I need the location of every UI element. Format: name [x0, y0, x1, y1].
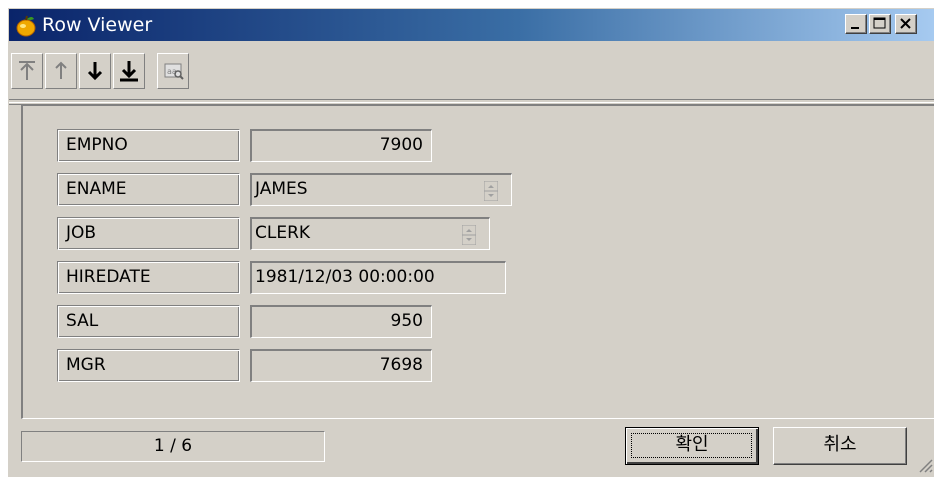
- arrow-to-bottom-icon: [120, 61, 138, 82]
- spinner-icon[interactable]: [462, 225, 476, 245]
- next-record-button[interactable]: [79, 53, 111, 89]
- field-label-mgr: MGR: [57, 349, 240, 382]
- find-icon: aa: [164, 63, 184, 80]
- record-position-status: 1 / 6: [21, 431, 325, 462]
- field-value-sal[interactable]: 950: [250, 305, 432, 338]
- minimize-icon: [851, 27, 859, 29]
- field-label-ename: ENAME: [57, 173, 240, 206]
- toolbar-separator: [9, 99, 934, 103]
- window-title: Row Viewer: [42, 14, 153, 36]
- find-button[interactable]: aa: [157, 53, 189, 89]
- last-record-button[interactable]: [113, 53, 145, 89]
- row-viewer-window: Row Viewer aa EMPNO 7900 ENAME JAMES JOB…: [8, 8, 934, 477]
- arrow-down-icon: [87, 62, 103, 81]
- cancel-button-label: 취소: [823, 434, 857, 455]
- field-value-empno[interactable]: 7900: [250, 129, 432, 162]
- toolbar: aa: [9, 43, 934, 105]
- ename-value-text: JAMES: [255, 179, 308, 199]
- spinner-icon[interactable]: [484, 181, 498, 201]
- close-button[interactable]: [895, 14, 917, 34]
- field-value-mgr[interactable]: 7698: [250, 349, 432, 382]
- field-label-sal: SAL: [57, 305, 240, 338]
- field-label-job: JOB: [57, 217, 240, 250]
- fields-panel: EMPNO 7900 ENAME JAMES JOB CLERK HIREDAT…: [21, 104, 934, 419]
- arrow-up-icon: [55, 61, 67, 79]
- focus-rectangle: [631, 433, 752, 458]
- job-value-text: CLERK: [255, 223, 311, 243]
- maximize-button[interactable]: [869, 14, 891, 34]
- title-bar[interactable]: Row Viewer: [9, 9, 934, 41]
- ok-button[interactable]: 확인: [625, 427, 759, 465]
- field-label-empno: EMPNO: [57, 129, 240, 162]
- field-value-hiredate[interactable]: 1981/12/03 00:00:00: [250, 261, 506, 294]
- first-record-button[interactable]: [11, 53, 43, 89]
- field-label-hiredate: HIREDATE: [57, 261, 240, 294]
- apple-icon: [16, 15, 36, 37]
- close-icon: [900, 18, 911, 29]
- arrow-to-top-icon: [19, 61, 35, 80]
- maximize-icon: [873, 17, 886, 29]
- resize-grip-icon[interactable]: [917, 457, 933, 473]
- field-value-ename[interactable]: JAMES: [250, 173, 512, 206]
- previous-record-button[interactable]: [45, 53, 77, 89]
- field-value-job[interactable]: CLERK: [250, 217, 490, 250]
- minimize-button[interactable]: [845, 14, 867, 34]
- cancel-button[interactable]: 취소: [773, 427, 907, 465]
